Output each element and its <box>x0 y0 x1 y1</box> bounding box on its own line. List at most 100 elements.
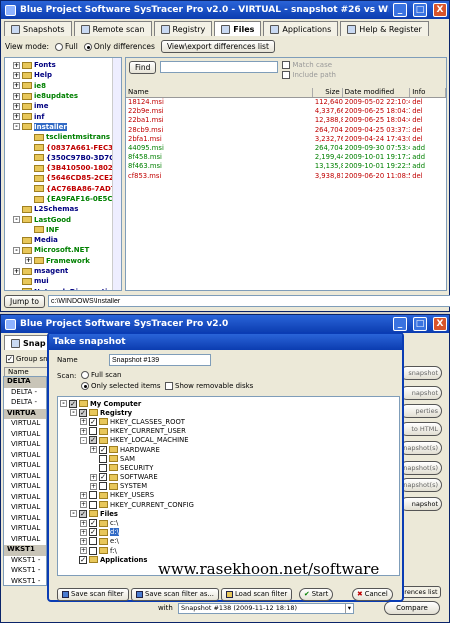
scan-checkbox[interactable] <box>99 454 107 463</box>
compare-button[interactable]: Compare <box>384 601 440 615</box>
tree-scrollbar[interactable] <box>112 58 121 290</box>
tab-snapshots[interactable]: Snap <box>4 335 53 350</box>
tree-item[interactable]: {5646CD85-2CE2-49 <box>13 173 121 183</box>
load-scan-filter-button[interactable]: Load scan filter <box>221 588 293 601</box>
snapshot-item[interactable]: VIRTUAL <box>4 440 46 451</box>
scan-tree-item[interactable]: + HKEY_CURRENT_USER <box>60 427 399 436</box>
export-differences-button[interactable]: View\export differences list <box>160 39 275 53</box>
show-removable-checkbox[interactable]: Show removable disks <box>165 382 253 390</box>
scan-checkbox[interactable] <box>99 482 107 491</box>
snapshot-item[interactable]: VIRTUAL <box>4 461 46 472</box>
expand-icon[interactable]: + <box>80 501 87 509</box>
folder-tree[interactable]: + Fonts + Help + ie8 + ie8updates + ime + inf - Insta… <box>4 57 122 291</box>
tree-item[interactable]: + inf <box>13 111 121 121</box>
minimize-button[interactable]: _ <box>393 3 407 17</box>
expand-icon[interactable]: + <box>13 267 20 275</box>
file-row[interactable]: 22ba1.msi 12,388,8642009-06-25 18:04:42de… <box>126 116 446 125</box>
scan-checkbox[interactable]: ✓ <box>99 445 107 454</box>
expand-icon[interactable]: + <box>80 491 87 499</box>
snapshot-action-button[interactable]: napshot(s) <box>400 441 442 455</box>
scan-tree-item[interactable]: + ✓ c:\ <box>60 518 399 528</box>
snapshot-action-button[interactable]: napshot(s) <box>400 478 442 492</box>
expand-icon[interactable]: - <box>70 409 77 417</box>
scan-tree-item[interactable]: - ✓ My Computer <box>60 399 399 408</box>
snapshot-item[interactable]: VIRTUAL <box>4 524 46 535</box>
tree-item[interactable]: + Fonts <box>13 60 121 70</box>
scan-checkbox[interactable]: ✓ <box>69 399 77 408</box>
snapshot-group[interactable]: VIRTUA <box>4 408 46 419</box>
snapshot-item[interactable]: WKST1 - <box>4 566 46 577</box>
expand-icon[interactable]: + <box>90 482 97 490</box>
file-row[interactable]: 44095.msi 264,704 2009-09-30 07:53:48 add <box>126 144 446 153</box>
compare-with-select[interactable]: Snapshot #138 (2009-11-12 18:18) ▾ <box>178 603 354 614</box>
close-button[interactable]: X <box>433 3 447 17</box>
expand-icon[interactable]: + <box>13 113 20 121</box>
scan-tree-item[interactable]: SECURITY <box>60 463 399 472</box>
snapshot-list[interactable]: DELTA DELTA - DELTA - VIRTUA VIRTUAL VIRTUAL V… <box>3 376 47 586</box>
snapshot-item[interactable]: DELTA - <box>4 388 46 399</box>
snapshot-item[interactable]: WKST1 - <box>4 556 46 567</box>
expand-icon[interactable]: + <box>80 537 87 545</box>
column-name[interactable]: Name <box>126 88 313 97</box>
tree-item[interactable]: mui <box>13 276 121 286</box>
group-snapshots-checkbox[interactable]: ✓ Group sna <box>6 355 52 363</box>
tree-item[interactable]: {350C97B0-3D7C-4E <box>13 153 121 163</box>
scan-checkbox[interactable]: ✓ <box>89 519 97 528</box>
expand-icon[interactable]: + <box>13 61 20 69</box>
scan-tree-item[interactable]: + f:\ <box>60 546 399 555</box>
expand-icon[interactable]: - <box>13 216 20 224</box>
tree-item[interactable]: Network Diagnostic <box>13 287 121 290</box>
snapshot-item[interactable]: VIRTUAL <box>4 419 46 430</box>
expand-icon[interactable]: - <box>13 123 20 131</box>
tab-remote-scan[interactable]: Remote scan <box>73 21 152 36</box>
snapshot-action-button[interactable]: to HTML <box>400 422 442 436</box>
snapshot-name-input[interactable] <box>109 354 211 366</box>
snapshot-group[interactable]: WKST1 <box>4 545 46 556</box>
file-row[interactable]: 8f458.msi 2,199,4402009-10-01 19:17:22add <box>126 153 446 162</box>
file-row[interactable]: 22b9e.msi 4,337,6642009-06-25 18:04:12del <box>126 107 446 116</box>
snapshot-item[interactable]: VIRTUAL <box>4 514 46 525</box>
scan-tree-item[interactable]: - ✓ Files <box>60 509 399 518</box>
snapshot-item[interactable]: VIRTUAL <box>4 451 46 462</box>
snapshot-action-button[interactable]: napshot <box>400 497 442 511</box>
expand-icon[interactable]: + <box>80 528 87 536</box>
match-case-checkbox[interactable]: Match case <box>282 61 336 69</box>
start-button[interactable]: ✔ Start <box>299 588 334 601</box>
close-button[interactable]: X <box>433 317 447 331</box>
find-button[interactable]: Find <box>129 61 157 74</box>
snapshot-item[interactable]: VIRTUAL <box>4 535 46 546</box>
tree-item[interactable]: INF <box>13 225 121 235</box>
scan-checkbox[interactable] <box>89 427 97 436</box>
scan-checkbox[interactable] <box>89 546 97 555</box>
scan-tree-item[interactable]: + HKEY_CURRENT_CONFIG <box>60 500 399 509</box>
tree-item[interactable]: {3B410500-1802-488 <box>13 163 121 173</box>
tree-item[interactable]: - LastGood <box>13 214 121 224</box>
scan-checkbox[interactable]: ✓ <box>79 555 87 564</box>
expand-icon[interactable]: - <box>70 510 77 518</box>
jump-to-button[interactable]: Jump to <box>4 294 45 308</box>
file-row[interactable]: 2bfa1.msi 3,232,7682009-04-24 17:43:09del <box>126 135 446 144</box>
scan-checkbox[interactable] <box>89 537 97 546</box>
expand-icon[interactable]: - <box>60 400 67 408</box>
scan-checkbox[interactable] <box>89 500 97 509</box>
scan-tree-item[interactable]: + ✓ SOFTWARE <box>60 473 399 482</box>
tree-item[interactable]: {EA9FAF16-0E5C-42 <box>13 194 121 204</box>
tree-item[interactable]: + msagent <box>13 266 121 276</box>
tree-item[interactable]: {0837A661-FEC3-48E <box>13 142 121 152</box>
snapshot-item[interactable]: VIRTUAL <box>4 482 46 493</box>
include-path-checkbox[interactable]: Include path <box>282 71 336 79</box>
scan-checkbox[interactable]: ✓ <box>79 509 87 518</box>
minimize-button[interactable]: _ <box>393 317 407 331</box>
snapshot-item[interactable]: VIRTUAL <box>4 503 46 514</box>
jump-path-input[interactable] <box>47 295 450 307</box>
tree-item[interactable]: - Installer <box>13 122 121 132</box>
scan-tree-item[interactable]: + ✓ HARDWARE <box>60 445 399 454</box>
expand-icon[interactable]: + <box>13 82 20 90</box>
expand-icon[interactable]: + <box>90 473 97 481</box>
only-selected-radio[interactable]: Only selected items <box>81 382 161 390</box>
tree-item[interactable]: L2Schemas <box>13 204 121 214</box>
tree-item[interactable]: + ime <box>13 101 121 111</box>
find-input[interactable] <box>160 61 279 73</box>
expand-icon[interactable]: - <box>80 436 87 444</box>
expand-icon[interactable]: + <box>13 71 20 79</box>
